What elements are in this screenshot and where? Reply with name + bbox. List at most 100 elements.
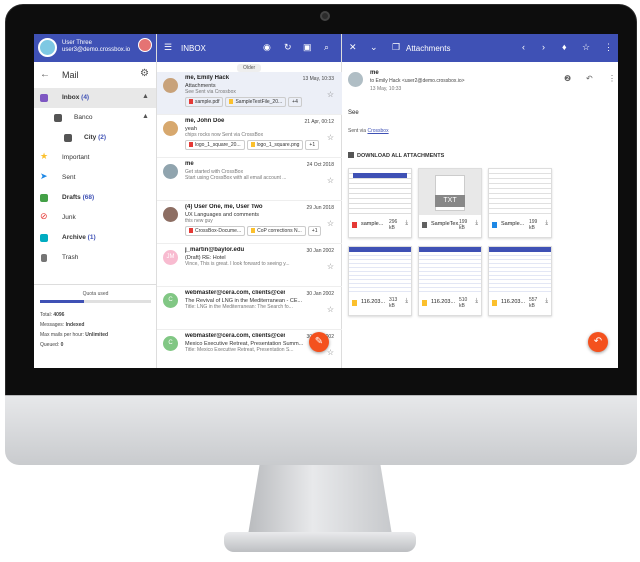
trash-icon: [41, 254, 47, 262]
chevron-right-icon[interactable]: ›: [542, 42, 545, 52]
thread-preview: this new guy: [185, 218, 213, 224]
reply-fab-button[interactable]: ↶: [588, 332, 608, 352]
sidebar-item-archive[interactable]: Archive (1): [34, 228, 156, 248]
download-icon[interactable]: ⤓: [475, 298, 478, 305]
sidebar-item-city[interactable]: City (2): [34, 128, 156, 148]
sidebar-item-inbox[interactable]: Inbox (4) ▲: [34, 88, 156, 108]
attachment-chip[interactable]: SampleTextFile_20...: [225, 97, 287, 107]
download-icon[interactable]: ⤓: [405, 298, 408, 305]
refresh-icon[interactable]: ↻: [284, 42, 292, 53]
download-icon[interactable]: ⤓: [405, 220, 408, 227]
attachment-card[interactable]: 116.203... 557 kB ⤓: [488, 246, 552, 316]
message-pane: ✕ ⌄ ❐ Attachments ‹ › ♦ ☆ ⋮ me to Emily …: [342, 34, 618, 368]
thread-row[interactable]: (4) User One, me, User Two 29 Jun 2018 UX …: [157, 201, 342, 244]
attachment-card[interactable]: 116.203... 510 kB ⤓: [418, 246, 482, 316]
thread-from: webmaster@cera.com, clients@cer...: [185, 290, 285, 296]
quota-bar: [40, 300, 151, 303]
search-icon[interactable]: ⌕: [324, 42, 329, 53]
crossbox-link[interactable]: Crossbox: [367, 128, 388, 134]
account-switch-avatar[interactable]: [138, 38, 152, 52]
star-icon[interactable]: ☆: [327, 262, 334, 271]
unread-count: (1): [87, 234, 96, 241]
date-divider: Older: [237, 64, 262, 72]
compose-button[interactable]: ✎: [309, 332, 329, 352]
chevron-up-icon[interactable]: ▲: [142, 113, 149, 120]
download-icon[interactable]: ⤓: [545, 220, 548, 227]
more-vert-icon[interactable]: ⋮: [604, 42, 613, 53]
message-subject: Attachments: [406, 44, 451, 53]
download-icon[interactable]: ⤓: [545, 298, 548, 305]
label-icon: [64, 134, 72, 142]
folder-title: INBOX: [181, 44, 206, 53]
message-body: See: [348, 110, 359, 116]
thread-date: 21 Apr, 00:12: [304, 119, 334, 125]
thread-row[interactable]: JM j_martin@baylor.edu 30 Jan 2002 (Draft) …: [157, 244, 342, 287]
attachment-chip[interactable]: sample.pdf: [185, 97, 224, 107]
attachment-chip[interactable]: +1: [307, 226, 322, 236]
recipient: to Emily Hack <user2@demo.crossbox.io>: [370, 78, 465, 84]
attachment-chip[interactable]: +1: [305, 140, 320, 150]
thread-row[interactable]: Cwebmaster@cera.com, clients@cer... 30 Ja…: [157, 287, 342, 330]
attachment-thumbnail: [349, 247, 411, 293]
attachment-chip[interactable]: +4: [288, 97, 302, 107]
sidebar-item-trash[interactable]: Trash: [34, 248, 156, 268]
chevron-down-icon[interactable]: ⌄: [370, 42, 378, 53]
attachment-card[interactable]: 116.203... 313 kB ⤓: [348, 246, 412, 316]
attachment-card[interactable]: Sample... 199 kB ⤓: [488, 168, 552, 238]
star-icon[interactable]: ☆: [327, 219, 334, 228]
thread-date: 30 Jan 2002: [306, 248, 334, 254]
avatar[interactable]: [38, 38, 57, 57]
attachment-chip[interactable]: logo_1_square_20...: [185, 140, 245, 150]
label-icon: [54, 114, 62, 122]
file-type-icon: [422, 300, 427, 306]
chevron-up-icon[interactable]: ▲: [142, 93, 149, 100]
star-icon[interactable]: ☆: [582, 42, 590, 53]
sidebar-item-drafts[interactable]: Drafts (68): [34, 188, 156, 208]
send-icon: ➤: [40, 171, 48, 181]
sidebar-item-important[interactable]: ★ Important: [34, 148, 156, 168]
gear-icon[interactable]: ⚙: [140, 68, 149, 79]
thread-date: 30 Jan 2002: [306, 291, 334, 297]
bell-icon[interactable]: ♦: [562, 42, 567, 52]
attachment-chips: sample.pdf SampleTextFile_20... +4: [185, 97, 342, 107]
thread-row[interactable]: me 24 Oct 2018 Get started with CrossBox St…: [157, 158, 342, 201]
star-icon[interactable]: ☆: [327, 305, 334, 314]
signature: Sent via Crossbox: [348, 128, 389, 134]
attachment-chips: CrossBox-Docume... CoP corrections N... +1: [185, 226, 342, 236]
info-icon[interactable]: ❷: [564, 74, 571, 83]
attachment-card[interactable]: sample... 296 kB ⤓: [348, 168, 412, 238]
chevron-left-icon[interactable]: ‹: [522, 42, 525, 52]
star-icon[interactable]: ☆: [327, 176, 334, 185]
thread-row[interactable]: me, John Doe 21 Apr, 00:12 yeah chips rocks…: [157, 115, 342, 158]
more-vert-icon[interactable]: ⋮: [608, 74, 616, 83]
avatar: [163, 121, 178, 136]
attachment-chip[interactable]: CrossBox-Docume...: [185, 226, 246, 236]
sidebar-item-banco[interactable]: Banco ▲: [34, 108, 156, 128]
quota-queued: Queued: 0: [40, 342, 64, 348]
star-icon[interactable]: ☆: [327, 348, 334, 357]
message-date: 13 May, 10:33: [370, 86, 402, 92]
sidebar-item-junk[interactable]: ⊘ Junk: [34, 208, 156, 228]
attachment-size: 296 kB: [389, 219, 398, 231]
select-icon[interactable]: ▣: [303, 42, 312, 53]
quota-panel: Quota used Total: 4096 Messages: Indexed…: [34, 284, 157, 354]
download-all-button[interactable]: DOWNLOAD ALL ATTACHMENTS: [348, 152, 444, 159]
eye-icon[interactable]: ◉: [263, 42, 271, 53]
attachment-card[interactable]: TXT SampleTex... 199 kB ⤓: [418, 168, 482, 238]
star-icon[interactable]: ☆: [327, 90, 334, 99]
download-icon: [348, 152, 354, 158]
attachment-chip[interactable]: logo_1_square.png: [246, 140, 304, 150]
star-icon[interactable]: ☆: [327, 133, 334, 142]
download-icon[interactable]: ⤓: [475, 220, 478, 227]
thread-row[interactable]: me, Emily Hack 13 May, 10:33 Attachments Se…: [157, 72, 342, 115]
copy-icon[interactable]: ❐: [392, 42, 400, 53]
file-type-icon: [492, 300, 497, 306]
sidebar-item-sent[interactable]: ➤ Sent: [34, 168, 156, 188]
back-arrow-icon[interactable]: ←: [40, 69, 50, 80]
account-header[interactable]: User Three user3@demo.crossbox.io: [34, 34, 156, 62]
close-icon[interactable]: ✕: [349, 42, 357, 53]
reply-icon[interactable]: ↶: [586, 74, 593, 83]
attachment-chip[interactable]: CoP corrections N...: [247, 226, 306, 236]
menu-icon[interactable]: ☰: [164, 42, 172, 53]
user-name: User Three: [62, 40, 92, 46]
